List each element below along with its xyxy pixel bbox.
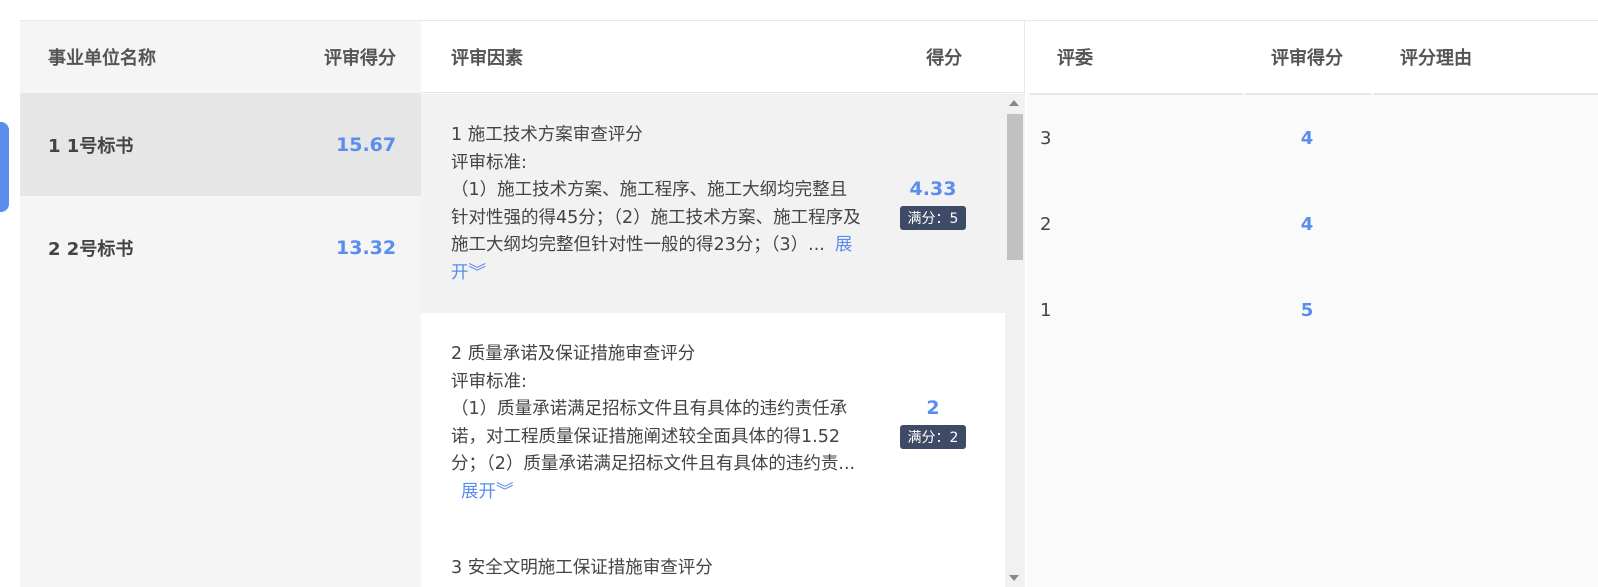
- vertical-scrollbar[interactable]: [1005, 94, 1025, 587]
- factor-score: 2: [926, 397, 940, 419]
- criteria-label: 评审标准:: [451, 152, 527, 173]
- unit-row[interactable]: 2 2号标书 13.32: [20, 196, 421, 299]
- judge-score: 4: [1300, 213, 1314, 235]
- factors-table-header: 评审因素 得分: [421, 21, 1024, 93]
- header-judge-score: 评审得分: [1271, 48, 1343, 69]
- scroll-up-arrow-icon[interactable]: [1009, 100, 1019, 106]
- judges-panel: 评委 评审得分 评分理由 3 4 2 4 1 5: [1027, 21, 1598, 587]
- factor-title: 1 施工技术方案审查评分: [451, 125, 643, 145]
- factor-title: 2 质量承诺及保证措施审查评分: [451, 344, 696, 364]
- criteria-label: 评审标准:: [451, 371, 527, 392]
- judge-name: 2: [1040, 213, 1052, 235]
- judge-name: 3: [1040, 127, 1052, 149]
- judge-name: 1: [1040, 299, 1052, 321]
- chevron-down-icon: ︾: [468, 262, 487, 283]
- judge-row: 3 4: [1027, 95, 1598, 181]
- units-panel: 事业单位名称 评审得分 1 1号标书 15.67 2 2号标书 13.32: [20, 21, 421, 587]
- expand-label: 展开: [461, 481, 496, 502]
- judge-score: 5: [1300, 299, 1314, 321]
- header-factor-score: 得分: [926, 47, 963, 69]
- factor-score-cell: 2 满分：2: [861, 313, 1005, 533]
- header-review-score: 评审得分: [324, 48, 396, 69]
- judge-score: 4: [1300, 127, 1314, 149]
- header-review-factor: 评审因素: [451, 47, 523, 69]
- factor-score: 4.33: [909, 177, 957, 200]
- full-score-badge: 满分：5: [899, 205, 967, 230]
- scroll-down-arrow-icon[interactable]: [1009, 575, 1019, 581]
- header-divider: [1027, 93, 1598, 95]
- factor-row[interactable]: 2 质量承诺及保证措施审查评分 评审标准: （1）质量承诺满足招标文件且有具体的…: [421, 313, 1005, 533]
- factor-row[interactable]: 1 施工技术方案审查评分 评审标准: （1）施工技术方案、施工程序、施工大纲均完…: [421, 94, 1005, 313]
- judge-row: 2 4: [1027, 181, 1598, 267]
- unit-row[interactable]: 1 1号标书 15.67: [20, 93, 421, 196]
- side-drawer-tab[interactable]: [0, 122, 9, 212]
- factor-description: 1 施工技术方案审查评分 评审标准: （1）施工技术方案、施工程序、施工大纲均完…: [421, 94, 861, 313]
- scroll-thumb[interactable]: [1007, 114, 1023, 260]
- header-score-reason: 评分理由: [1400, 48, 1472, 69]
- factor-score-cell: 4.33 满分：5: [861, 94, 1005, 313]
- full-score-badge: 满分：2: [899, 425, 967, 449]
- factor-description: 3 安全文明施工保证措施审查评分: [421, 533, 861, 587]
- judge-row: 1 5: [1027, 267, 1598, 353]
- factor-list[interactable]: 1 施工技术方案审查评分 评审标准: （1）施工技术方案、施工程序、施工大纲均完…: [421, 94, 1005, 587]
- header-unit-name: 事业单位名称: [48, 48, 156, 69]
- unit-score: 13.32: [336, 236, 397, 259]
- factor-description: 2 质量承诺及保证措施审查评分 评审标准: （1）质量承诺满足招标文件且有具体的…: [421, 313, 861, 533]
- unit-score: 15.67: [336, 133, 397, 156]
- criteria-text: （1）施工技术方案、施工程序、施工大纲均完整且针对性强的得45分；（2）施工技术…: [451, 180, 861, 255]
- unit-name: 2 2号标书: [48, 238, 134, 260]
- criteria-text: （1）质量承诺满足招标文件且有具体的违约责任承诺，对工程质量保证措施阐述较全面具…: [451, 399, 856, 474]
- header-judge: 评委: [1057, 48, 1093, 69]
- judges-table-header: 评委 评审得分 评分理由: [1027, 21, 1598, 93]
- factors-panel: 评审因素 得分 1 施工技术方案审查评分 评审标准: （1）施工技术方案、施工程…: [421, 21, 1025, 587]
- factor-row[interactable]: 3 安全文明施工保证措施审查评分: [421, 533, 1005, 587]
- expand-link[interactable]: 展开︾: [461, 482, 514, 502]
- chevron-down-icon: ︾: [496, 481, 514, 502]
- units-table-header: 事业单位名称 评审得分: [20, 21, 421, 93]
- unit-name: 1 1号标书: [48, 135, 134, 157]
- factor-title: 3 安全文明施工保证措施审查评分: [451, 558, 713, 578]
